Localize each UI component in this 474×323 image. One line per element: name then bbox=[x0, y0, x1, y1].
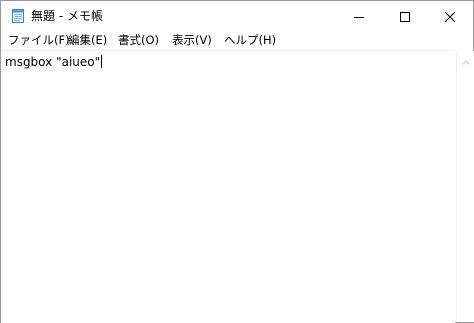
scroll-up-arrow-icon bbox=[461, 50, 470, 69]
notepad-window: 無題 - メモ帳 ファイル(F) 編集(E) 書式(O) 表示(V) ヘルプ(H… bbox=[0, 0, 474, 323]
editor-text-line: msgbox "aiueo" bbox=[5, 55, 101, 69]
menu-format[interactable]: 書式(O) bbox=[118, 33, 159, 48]
menu-file[interactable]: ファイル(F) bbox=[8, 33, 70, 48]
minimize-button[interactable] bbox=[336, 1, 382, 31]
menu-help[interactable]: ヘルプ(H) bbox=[224, 33, 276, 48]
maximize-button[interactable] bbox=[382, 1, 428, 31]
text-caret bbox=[101, 55, 103, 68]
title-bar[interactable]: 無題 - メモ帳 bbox=[1, 1, 473, 31]
menu-view[interactable]: 表示(V) bbox=[172, 33, 212, 48]
scroll-up-button[interactable] bbox=[457, 51, 474, 68]
close-button[interactable] bbox=[427, 1, 473, 31]
window-title: 無題 - メモ帳 bbox=[31, 9, 103, 23]
vertical-scrollbar[interactable] bbox=[456, 51, 474, 322]
editor-content[interactable]: msgbox "aiueo" bbox=[5, 54, 103, 70]
minimize-icon bbox=[354, 7, 364, 26]
menu-bar: ファイル(F) 編集(E) 書式(O) 表示(V) ヘルプ(H) bbox=[1, 31, 473, 50]
menu-edit[interactable]: 編集(E) bbox=[68, 33, 107, 48]
maximize-icon bbox=[400, 7, 410, 26]
text-editor[interactable]: msgbox "aiueo" bbox=[1, 50, 455, 323]
close-icon bbox=[444, 7, 456, 26]
notepad-icon[interactable] bbox=[10, 8, 26, 24]
